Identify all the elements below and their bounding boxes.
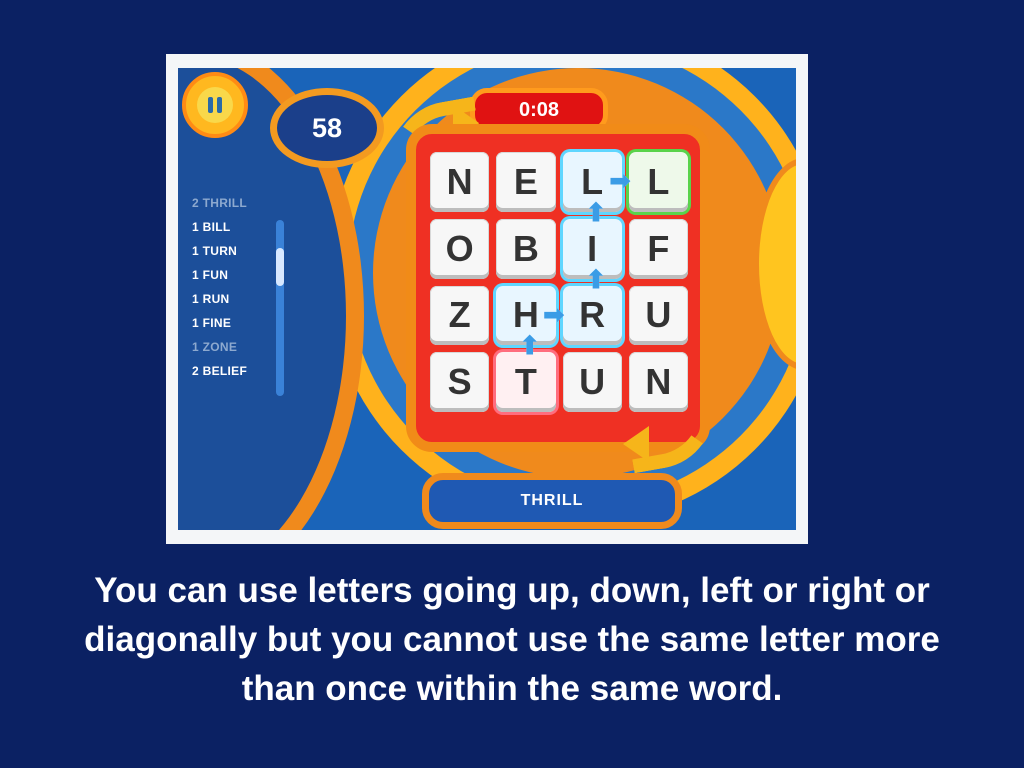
tile-letter: L <box>647 160 670 202</box>
letter-tile[interactable]: N <box>430 152 490 212</box>
tile-letter: Z <box>448 294 471 336</box>
word-list-scrollbar[interactable] <box>276 220 284 396</box>
found-word-item: 1 RUN <box>192 292 230 306</box>
found-words-list: 2 THRILL 1 BILL 1 TURN 1 FUN 1 RUN 1 FINE 1 ZO… <box>192 196 282 378</box>
letter-tile[interactable]: U <box>628 285 688 346</box>
caption-text: You can use letters going up, down, left… <box>84 571 940 708</box>
game-screenshot: 58 0:08 2 THRILL 1 BILL 1 TURN 1 FUN 1 RUN 1 … <box>166 54 808 544</box>
right-arrow-icon: ➡ <box>543 300 565 329</box>
letter-tile[interactable]: S <box>430 352 490 412</box>
found-word-item: 1 FINE <box>192 316 232 330</box>
letter-tile[interactable]: B <box>496 218 556 279</box>
letter-tile[interactable]: E <box>496 152 556 212</box>
tile-letter: B <box>512 227 539 269</box>
tile-letter: L <box>581 160 604 202</box>
timer-value: 0:08 <box>518 98 560 121</box>
pause-bar <box>217 97 222 113</box>
tile-letter: U <box>645 294 672 336</box>
found-word-item: 1 TURN <box>192 244 238 258</box>
pause-icon <box>197 87 233 123</box>
found-word-item: 1 BILL <box>192 220 231 234</box>
tile-letter: R <box>579 294 606 336</box>
tile-letter: F <box>647 227 670 269</box>
letter-tile[interactable]: O <box>430 218 490 279</box>
pause-bar <box>208 97 213 113</box>
tile-letter: O <box>445 227 474 269</box>
board-frame: N E L ➡ L O B I ⬆ F Z H ➡ R ⬆ U S T ⬆ U N <box>406 124 710 452</box>
up-arrow-icon: ⬆ <box>585 198 607 227</box>
letter-tile[interactable]: U <box>562 352 622 412</box>
current-word-bar: THRILL <box>422 473 682 529</box>
tile-letter: U <box>579 361 606 403</box>
current-word: THRILL <box>520 492 584 509</box>
tile-letter: N <box>446 160 473 202</box>
tile-letter: T <box>514 361 537 403</box>
letter-board: N E L ➡ L O B I ⬆ F Z H ➡ R ⬆ U S T ⬆ U N <box>430 152 688 412</box>
tile-letter: S <box>447 361 472 403</box>
scroll-thumb[interactable] <box>276 248 284 286</box>
tile-letter: E <box>513 160 538 202</box>
pause-button[interactable] <box>182 72 248 138</box>
score-value: 58 <box>311 112 343 143</box>
letter-tile[interactable]: R ⬆ <box>562 267 622 346</box>
up-arrow-icon: ⬆ <box>585 265 607 294</box>
found-word-item: 1 FUN <box>192 268 229 282</box>
letter-tile[interactable]: T ⬆ <box>496 334 556 412</box>
score-display: 58 <box>270 88 384 168</box>
tile-letter: I <box>587 227 598 269</box>
tile-letter: H <box>512 294 539 336</box>
tile-letter: N <box>645 361 672 403</box>
found-word-item: 2 BELIEF <box>192 364 248 378</box>
letter-tile[interactable]: F <box>628 218 688 279</box>
up-arrow-icon: ⬆ <box>519 332 541 361</box>
found-word-item: 1 ZONE <box>192 340 238 354</box>
found-word-item: 2 THRILL <box>192 196 248 210</box>
rotate-arrow-icon[interactable] <box>623 426 649 462</box>
letter-tile[interactable]: L <box>628 152 688 212</box>
game-screen: 58 0:08 2 THRILL 1 BILL 1 TURN 1 FUN 1 RUN 1 … <box>178 68 796 530</box>
letter-tile[interactable]: Z <box>430 285 490 346</box>
right-arrow-icon: ➡ <box>609 167 631 195</box>
